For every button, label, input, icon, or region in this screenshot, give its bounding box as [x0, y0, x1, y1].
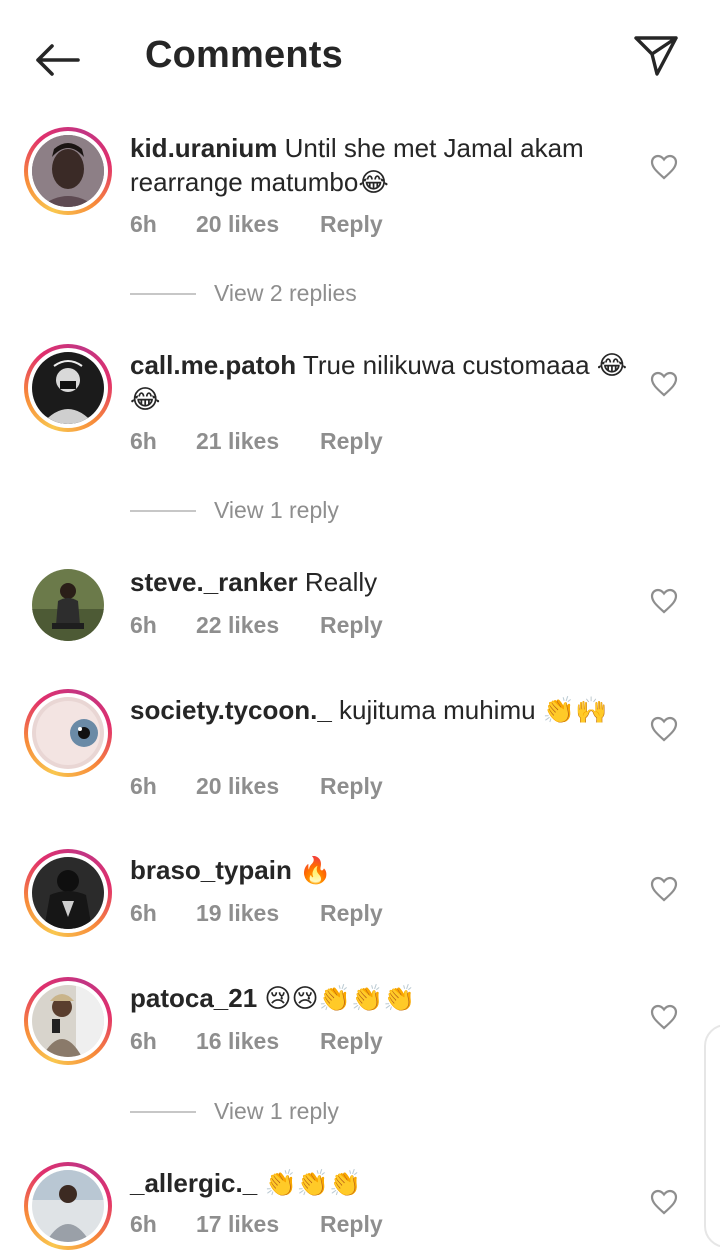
reply-button[interactable]: Reply — [320, 1211, 383, 1238]
reply-button[interactable]: Reply — [320, 773, 383, 800]
reply-button[interactable]: Reply — [320, 211, 383, 238]
comment-text: 😢😢👏👏👏 — [264, 983, 416, 1013]
view-replies-label: View 1 reply — [214, 1098, 339, 1124]
comment-username[interactable]: _allergic._ — [130, 1168, 257, 1198]
heart-icon[interactable] — [650, 154, 678, 180]
comment-likes[interactable]: 20 likes — [196, 773, 320, 800]
comment-username[interactable]: patoca_21 — [130, 983, 257, 1013]
reply-button[interactable]: Reply — [320, 612, 383, 639]
heart-icon[interactable] — [650, 716, 678, 742]
view-replies-label: View 1 reply — [214, 497, 339, 523]
page-title: Comments — [145, 34, 343, 76]
divider-line — [130, 292, 196, 295]
floating-panel-edge — [704, 1024, 720, 1248]
view-replies-button[interactable]: View 2 replies — [130, 280, 357, 307]
avatar — [32, 857, 104, 929]
arrow-left-icon — [36, 44, 80, 76]
header-bar: Comments — [0, 0, 720, 112]
comment-time: 6h — [130, 211, 157, 237]
comment-time: 6h — [130, 1028, 157, 1054]
view-replies-label: View 2 replies — [214, 280, 357, 306]
comment-time: 6h — [130, 1211, 157, 1237]
comment-username[interactable]: society.tycoon._ — [130, 695, 332, 725]
avatar — [32, 352, 104, 424]
avatar-story-ring[interactable] — [24, 1162, 112, 1250]
avatar-story-ring[interactable] — [24, 127, 112, 215]
reply-button[interactable]: Reply — [320, 428, 383, 455]
comment-time: 6h — [130, 428, 157, 454]
avatar-story-ring[interactable] — [24, 977, 112, 1065]
comment-username[interactable]: call.me.patoh — [130, 350, 296, 380]
view-replies-button[interactable]: View 1 reply — [130, 1098, 339, 1125]
comment-likes[interactable]: 22 likes — [196, 612, 320, 639]
comment-text: 🔥 — [299, 855, 332, 885]
avatar-story-ring[interactable] — [24, 689, 112, 777]
comment-username[interactable]: steve._ranker — [130, 567, 298, 597]
back-button[interactable] — [28, 32, 84, 88]
reply-button[interactable]: Reply — [320, 1028, 383, 1055]
avatar — [32, 985, 104, 1057]
comment-likes[interactable]: 17 likes — [196, 1211, 320, 1238]
heart-icon[interactable] — [650, 371, 678, 397]
share-button[interactable] — [628, 28, 684, 84]
paper-plane-icon — [634, 36, 678, 76]
comment-likes[interactable]: 21 likes — [196, 428, 320, 455]
comment-username[interactable]: kid.uranium — [130, 133, 277, 163]
avatar — [32, 1170, 104, 1242]
heart-icon[interactable] — [650, 1004, 678, 1030]
heart-icon[interactable] — [650, 876, 678, 902]
comment-text: kujituma muhimu 👏🙌 — [339, 695, 608, 725]
comment-time: 6h — [130, 900, 157, 926]
avatar-story-ring[interactable] — [24, 344, 112, 432]
avatar — [32, 697, 104, 769]
divider-line — [130, 509, 196, 512]
comment-likes[interactable]: 19 likes — [196, 900, 320, 927]
view-replies-button[interactable]: View 1 reply — [130, 497, 339, 524]
divider-line — [130, 1110, 196, 1113]
comment-likes[interactable]: 16 likes — [196, 1028, 320, 1055]
avatar — [32, 135, 104, 207]
comment-text: Really — [304, 567, 378, 597]
comment-text: 👏👏👏 — [264, 1168, 362, 1198]
comment-time: 6h — [130, 612, 157, 638]
comment-likes[interactable]: 20 likes — [196, 211, 320, 238]
heart-icon[interactable] — [650, 588, 678, 614]
comment-time: 6h — [130, 773, 157, 799]
avatar-story-ring[interactable] — [24, 849, 112, 937]
avatar[interactable] — [32, 569, 104, 641]
reply-button[interactable]: Reply — [320, 900, 383, 927]
heart-icon[interactable] — [650, 1189, 678, 1215]
comment-username[interactable]: braso_typain — [130, 855, 292, 885]
